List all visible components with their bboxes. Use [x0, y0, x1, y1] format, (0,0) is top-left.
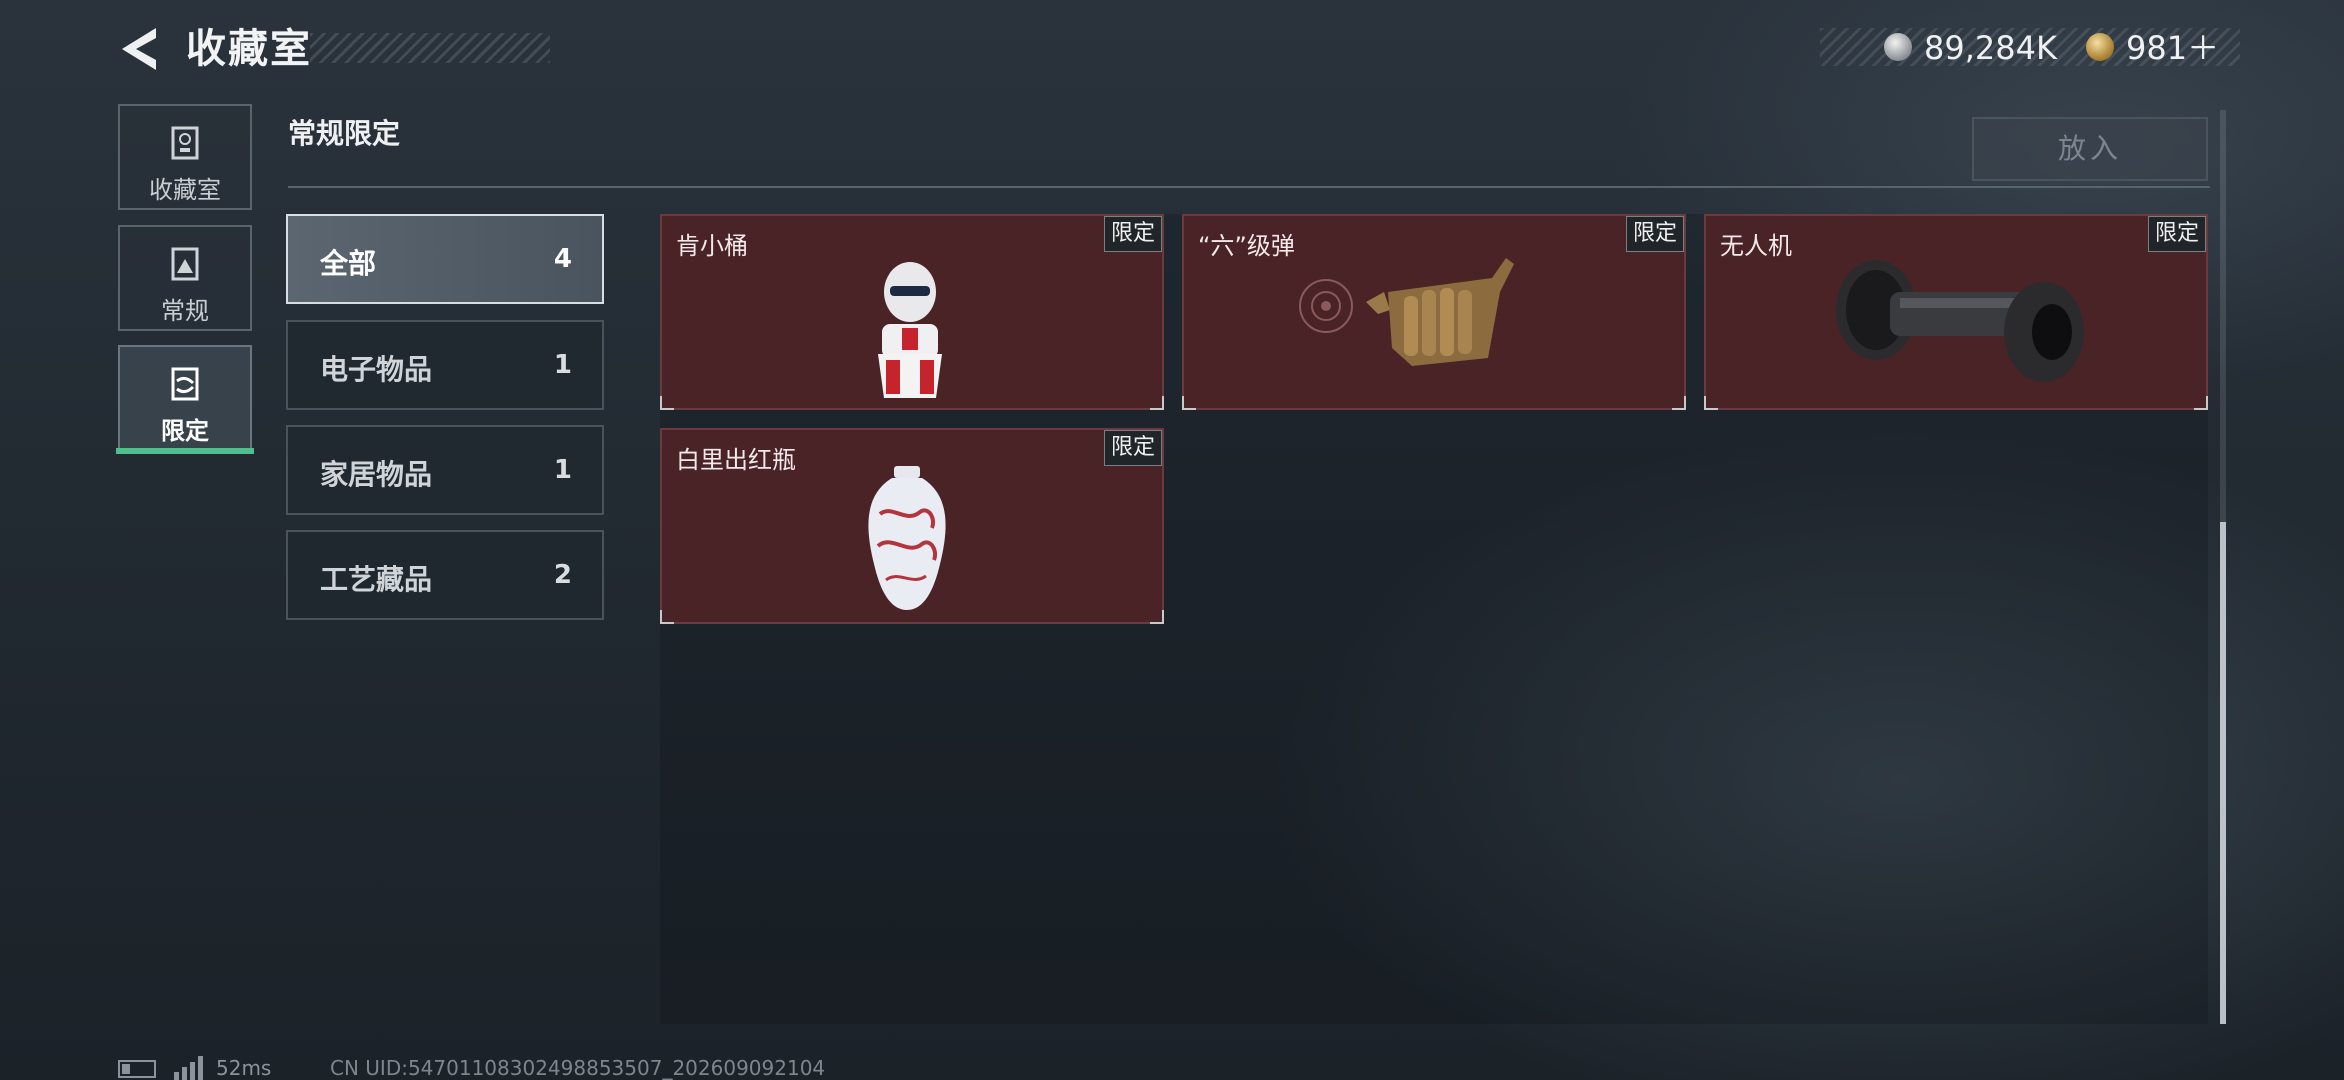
card-corner [1704, 396, 1718, 410]
card-corner [1150, 610, 1164, 624]
framed-picture-icon [171, 247, 199, 281]
trophy-icon [171, 126, 199, 160]
nav-item-limited[interactable]: 限定 [118, 345, 252, 453]
bullet-hand-sculpture-icon [1299, 258, 1514, 366]
user-uid: CN UID:54701108302498853507_202609092104 [330, 1056, 826, 1080]
category-label: 工艺藏品 [320, 563, 433, 596]
silver-coin-icon [1884, 33, 1912, 61]
category-all[interactable]: 全部 4 [286, 214, 604, 304]
limited-badge: 限定 [1626, 216, 1684, 252]
limited-picture-icon [171, 367, 199, 401]
scrollbar-thumb[interactable] [2220, 522, 2226, 1024]
currency-silver-value[interactable]: 89,284K [1924, 28, 2057, 68]
nav-item-regular[interactable]: 常规 [118, 225, 252, 331]
limited-badge: 限定 [1104, 430, 1162, 466]
signal-icon [174, 1056, 203, 1080]
card-corner [660, 396, 674, 410]
nav-item-label: 收藏室 [149, 176, 221, 204]
gold-triangle-coin-icon [2086, 33, 2114, 61]
nav-item-label: 常规 [161, 297, 209, 325]
category-crafts[interactable]: 工艺藏品 2 [286, 530, 604, 620]
item-name: 肯小桶 [676, 232, 748, 260]
category-label: 全部 [320, 247, 377, 280]
category-count: 4 [553, 244, 572, 274]
card-corner [1672, 396, 1686, 410]
item-name: 无人机 [1720, 232, 1792, 260]
category-electronics[interactable]: 电子物品 1 [286, 320, 604, 410]
card-corner [2194, 396, 2208, 410]
category-label: 电子物品 [320, 353, 433, 386]
category-count: 1 [553, 350, 572, 380]
section-title: 常规限定 [288, 117, 401, 150]
nav-item-collection-room[interactable]: 收藏室 [118, 104, 252, 210]
put-in-button[interactable]: 放入 [1972, 117, 2208, 181]
limited-badge: 限定 [1104, 216, 1162, 252]
item-name: 白里出红瓶 [676, 446, 796, 474]
page-title: 收藏室 [186, 26, 312, 72]
card-corner [1150, 396, 1164, 410]
kfc-bucket-figure-icon [878, 262, 942, 398]
ping-value: 52ms [216, 1056, 272, 1080]
item-card-porcelain-vase[interactable]: 白里出红瓶 限定 [660, 428, 1164, 624]
item-card-six-grade-bullet[interactable]: “六”级弹 限定 [1182, 214, 1686, 410]
limited-badge: 限定 [2148, 216, 2206, 252]
battery-level [122, 1064, 130, 1074]
currency-gold-value[interactable]: 981＋ [2126, 28, 2219, 68]
category-household[interactable]: 家居物品 1 [286, 425, 604, 515]
category-count: 2 [553, 560, 572, 590]
back-arrow-icon[interactable] [116, 24, 160, 74]
card-corner [660, 610, 674, 624]
nav-item-label: 限定 [161, 417, 209, 445]
card-corner [1182, 396, 1196, 410]
category-count: 1 [553, 455, 572, 485]
item-card-drone[interactable]: 无人机 限定 [1704, 214, 2208, 410]
item-card-kfc-bucket[interactable]: 肯小桶 限定 [660, 214, 1164, 410]
title-stripe-decoration [310, 33, 550, 63]
porcelain-vase-icon [868, 466, 946, 610]
drone-wheel-icon [1836, 260, 2084, 382]
header-divider [288, 186, 2210, 188]
category-label: 家居物品 [320, 458, 433, 491]
nav-active-indicator [116, 448, 254, 454]
item-name: “六”级弹 [1198, 232, 1295, 260]
